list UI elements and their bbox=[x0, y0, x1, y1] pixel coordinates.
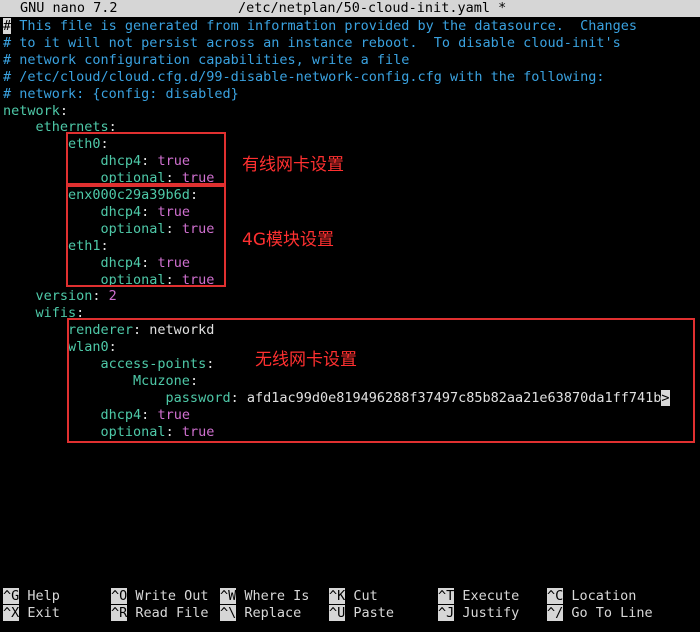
text-cursor: # bbox=[3, 18, 12, 34]
shortcut-key: ^T bbox=[438, 588, 455, 604]
line-text: version bbox=[3, 288, 93, 305]
shortcut-item[interactable]: ^R Read File bbox=[111, 605, 209, 622]
shortcut-item[interactable]: ^W Where Is bbox=[220, 588, 309, 605]
shortcut-key: ^K bbox=[329, 588, 346, 604]
shortcut-label: Write Out bbox=[127, 588, 209, 604]
line-text: wifis bbox=[3, 305, 77, 322]
shortcut-item[interactable]: ^C Location bbox=[547, 588, 636, 605]
line-text: : bbox=[92, 288, 109, 305]
editor-line[interactable]: version: 2 bbox=[3, 288, 117, 305]
shortcut-label: Execute bbox=[454, 588, 520, 604]
shortcut-item[interactable]: ^X Exit bbox=[3, 605, 60, 622]
editor-line[interactable]: # network configuration capabilities, wr… bbox=[3, 52, 409, 69]
shortcut-key: ^R bbox=[111, 605, 128, 621]
app-name: GNU nano 7.2 bbox=[20, 0, 118, 16]
shortcut-key: ^U bbox=[329, 605, 346, 621]
editor-line[interactable]: # to it will not persist across an insta… bbox=[3, 35, 621, 52]
editor-line[interactable]: network: bbox=[3, 103, 68, 120]
nano-title-bar: GNU nano 7.2 /etc/netplan/50-cloud-init.… bbox=[0, 0, 700, 17]
shortcut-key: ^\ bbox=[220, 605, 237, 621]
line-text: This file is generated from information … bbox=[11, 18, 637, 34]
line-text: # to it will not persist across an insta… bbox=[3, 34, 621, 51]
shortcut-key: ^J bbox=[438, 605, 455, 621]
annotation-box-wired bbox=[66, 132, 226, 185]
shortcut-label: Help bbox=[19, 588, 60, 604]
shortcut-key: ^X bbox=[3, 605, 20, 621]
annotation-box-4g bbox=[66, 185, 226, 287]
shortcut-label: Cut bbox=[345, 588, 378, 604]
shortcut-item[interactable]: ^/ Go To Line bbox=[547, 605, 653, 622]
shortcut-item[interactable]: ^G Help bbox=[3, 588, 60, 605]
line-text: # /etc/cloud/cloud.cfg.d/99-disable-netw… bbox=[3, 68, 605, 85]
shortcut-label: Exit bbox=[19, 605, 60, 621]
shortcut-label: Justify bbox=[454, 605, 520, 621]
annotation-box-wireless bbox=[67, 318, 695, 443]
file-path: /etc/netplan/50-cloud-init.yaml * bbox=[238, 0, 507, 16]
shortcut-label: Where Is bbox=[236, 588, 310, 604]
shortcut-key: ^O bbox=[111, 588, 128, 604]
shortcut-label: Paste bbox=[345, 605, 395, 621]
editor-line[interactable]: # /etc/cloud/cloud.cfg.d/99-disable-netw… bbox=[3, 69, 604, 86]
annotation-4g-label: 4G模块设置 bbox=[242, 230, 334, 250]
shortcut-item[interactable]: ^O Write Out bbox=[111, 588, 209, 605]
annotation-wired-label: 有线网卡设置 bbox=[242, 155, 344, 175]
editor-line[interactable]: # network: {config: disabled} bbox=[3, 86, 239, 103]
shortcut-label: Read File bbox=[127, 605, 209, 621]
line-text: network bbox=[3, 102, 60, 119]
shortcut-label: Go To Line bbox=[563, 605, 653, 621]
shortcut-key: ^W bbox=[220, 588, 237, 604]
shortcut-label: Replace bbox=[236, 605, 302, 621]
shortcut-key: ^G bbox=[3, 588, 20, 604]
shortcut-item[interactable]: ^U Paste bbox=[329, 605, 394, 622]
line-text: 2 bbox=[108, 288, 117, 305]
line-text: # network configuration capabilities, wr… bbox=[3, 51, 410, 68]
shortcut-item[interactable]: ^T Execute bbox=[438, 588, 519, 605]
line-text: : bbox=[59, 102, 69, 119]
shortcut-key: ^C bbox=[547, 588, 564, 604]
shortcut-label: Location bbox=[563, 588, 637, 604]
line-text: # network: {config: disabled} bbox=[3, 85, 239, 102]
shortcut-key: ^/ bbox=[547, 605, 564, 621]
shortcut-item[interactable]: ^K Cut bbox=[329, 588, 378, 605]
shortcut-item[interactable]: ^J Justify bbox=[438, 605, 519, 622]
editor-line[interactable]: # This file is generated from informatio… bbox=[3, 18, 637, 35]
annotation-wireless-label: 无线网卡设置 bbox=[255, 350, 357, 370]
shortcut-item[interactable]: ^\ Replace bbox=[220, 605, 301, 622]
